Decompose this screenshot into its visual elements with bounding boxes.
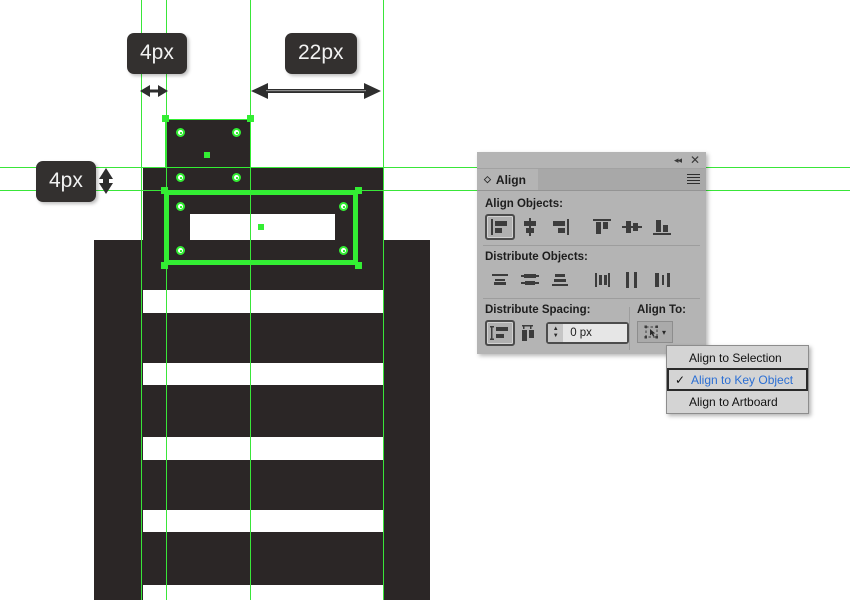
anchor-point[interactable] [176, 246, 185, 255]
selection-handle[interactable] [355, 262, 362, 269]
horizontal-distribute-left-button[interactable] [587, 267, 617, 293]
panel-divider [483, 245, 700, 246]
spinner-up-icon[interactable]: ▲ [553, 326, 559, 332]
measure-label-4px-horizontal: 4px [127, 33, 187, 74]
vertical-distribute-center-button[interactable] [515, 267, 545, 293]
align-to-label: Align To: [637, 304, 686, 316]
horizontal-align-left-button[interactable] [485, 214, 515, 240]
panel-body: Align Objects: Distribute Objects: Distr… [477, 191, 706, 354]
measure-arrow-4px-horizontal [136, 80, 172, 107]
vertical-distribute-space-button[interactable] [485, 320, 515, 346]
measure-label-4px-vertical: 4px [36, 161, 96, 202]
panel-divider [483, 298, 700, 299]
artwork-stripe [143, 265, 383, 290]
horizontal-distribute-right-button[interactable] [647, 267, 677, 293]
align-panel[interactable]: ◂◂ ✕ ◇ Align Align Objects: Distribute O… [477, 152, 706, 354]
menu-item-label: Align to Key Object [691, 372, 794, 387]
menu-item-align-to-selection[interactable]: Align to Selection [667, 347, 808, 368]
vertical-align-center-button[interactable] [617, 214, 647, 240]
artwork-stripe [143, 313, 383, 363]
menu-item-align-to-key-object[interactable]: ✓ Align to Key Object [667, 368, 808, 391]
selection-handle[interactable] [355, 187, 362, 194]
artwork-left-column [94, 240, 143, 600]
horizontal-distribute-center-button[interactable] [617, 267, 647, 293]
horizontal-distribute-space-button[interactable] [515, 320, 545, 346]
artboard-canvas: 4px 22px 4px [0, 0, 850, 600]
distribute-spacing-left: Distribute Spacing: ▲ ▼ 0 px [477, 301, 630, 354]
distribute-spacing-label: Distribute Spacing: [485, 304, 591, 316]
collapse-icon[interactable]: ◂◂ [674, 155, 682, 166]
check-icon: ✓ [675, 372, 686, 387]
horizontal-align-right-button[interactable] [545, 214, 575, 240]
spacing-input-value[interactable]: 0 px [563, 324, 628, 342]
horizontal-align-center-button[interactable] [515, 214, 545, 240]
vertical-distribute-bottom-button[interactable] [545, 267, 575, 293]
align-objects-buttons [477, 213, 706, 244]
anchor-point[interactable] [232, 128, 241, 137]
artwork-stripe [143, 532, 383, 585]
spinner-arrows[interactable]: ▲ ▼ [548, 324, 564, 342]
center-point [204, 152, 210, 158]
chevron-down-icon[interactable]: ▾ [662, 328, 666, 337]
anchor-point[interactable] [339, 202, 348, 211]
align-objects-label: Align Objects: [485, 198, 563, 210]
panel-title-bar[interactable]: ◂◂ ✕ [477, 152, 706, 169]
vertical-distribute-top-button[interactable] [485, 267, 515, 293]
measure-arrow-4px-vertical [95, 166, 117, 201]
selection-handle[interactable] [162, 115, 169, 122]
measure-arrow-22px-horizontal [248, 80, 384, 107]
panel-menu-icon[interactable] [687, 174, 700, 184]
selection-handle[interactable] [161, 187, 168, 194]
anchor-point[interactable] [176, 202, 185, 211]
tab-align[interactable]: ◇ Align [477, 169, 538, 190]
menu-item-label: Align to Artboard [689, 394, 778, 409]
close-icon[interactable]: ✕ [690, 153, 700, 167]
selection-handle[interactable] [247, 115, 254, 122]
guide-horizontal [0, 190, 850, 191]
panel-tab-bar[interactable]: ◇ Align [477, 169, 706, 191]
spacing-input-field[interactable]: ▲ ▼ 0 px [546, 322, 630, 344]
distribute-objects-label: Distribute Objects: [485, 251, 588, 263]
anchor-point[interactable] [176, 128, 185, 137]
align-to-dropdown-button[interactable]: ▾ [637, 321, 673, 343]
align-to-key-object-icon [644, 325, 658, 338]
vertical-align-top-button[interactable] [587, 214, 617, 240]
measure-label-22px-horizontal: 22px [285, 33, 357, 74]
selection-handle[interactable] [161, 262, 168, 269]
artwork-right-column [383, 240, 430, 600]
anchor-point[interactable] [176, 173, 185, 182]
diamond-icon: ◇ [484, 174, 491, 184]
vertical-align-bottom-button[interactable] [647, 214, 677, 240]
artwork-stripe [143, 460, 383, 510]
distribute-spacing-buttons: ▲ ▼ 0 px [477, 319, 630, 354]
align-to-dropdown-menu[interactable]: Align to Selection ✓ Align to Key Object… [666, 345, 809, 414]
menu-item-label: Align to Selection [689, 350, 782, 365]
selection-bbox-top-rect [165, 119, 251, 168]
center-point [258, 224, 264, 230]
distribute-objects-buttons [477, 266, 706, 297]
anchor-point[interactable] [339, 246, 348, 255]
anchor-point[interactable] [232, 173, 241, 182]
spinner-down-icon[interactable]: ▼ [553, 333, 559, 339]
panel-title: Align [495, 172, 526, 187]
artwork-stripe [143, 385, 383, 437]
guide-horizontal [0, 167, 850, 168]
menu-item-align-to-artboard[interactable]: Align to Artboard [667, 391, 808, 412]
